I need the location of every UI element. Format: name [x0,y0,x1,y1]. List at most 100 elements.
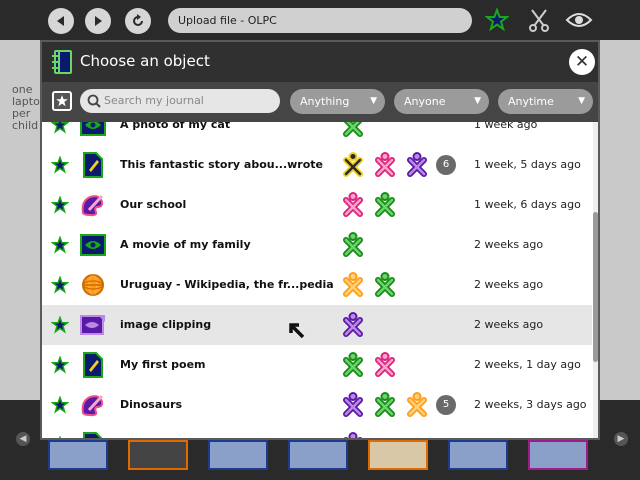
buddy-count-badge: 5 [436,395,456,415]
buddy-xo-icon [342,392,364,422]
entry-date: 1 week, 6 days ago [474,198,581,211]
journal-entry-row[interactable]: A movie of my family 2 weeks ago [42,225,592,265]
buddy-xo-icon [374,352,396,382]
eye-icon [565,13,593,27]
chevron-down-icon: ▼ [578,96,585,106]
chevron-down-icon: ▼ [370,96,377,106]
journal-entry-row[interactable]: Our school 1 week, 6 days ago [42,185,592,225]
journal-entry-row[interactable]: image clipping 2 weeks ago [42,305,592,345]
close-icon: ✕ [574,52,590,72]
buddy-xo-icon [342,192,364,222]
entry-date: 1 week ago [474,122,538,131]
search-input[interactable]: Search my journal [80,89,280,113]
entry-title: My first poem [120,358,206,371]
buddy-xo-icon [342,352,364,382]
close-button[interactable]: ✕ [569,49,595,75]
tray-thumbnail[interactable] [208,440,268,470]
view-button[interactable] [564,6,594,34]
filter-time-label: Anytime [508,95,554,108]
filter-buddy-dropdown[interactable]: Anyone ▼ [394,89,489,114]
entry-title: This fantastic story abou...wrote [120,158,324,171]
buddy-xo-icon [342,232,364,262]
entry-date: 1 week, 5 days ago [474,158,581,171]
video-player-icon [80,232,106,258]
page-side-text: one laptop per child [12,83,47,132]
journal-entry-row[interactable] [42,425,592,438]
image-clipping-icon [80,312,106,338]
search-placeholder: Search my journal [104,94,204,107]
reload-button[interactable] [125,8,151,34]
entry-title: Uruguay - Wikipedia, the fr...pedia [120,278,334,291]
journal-entry-row[interactable]: My first poem 2 weeks, 1 day ago [42,345,592,385]
journal-icon [52,50,72,74]
search-icon [87,94,101,108]
favorite-star-icon[interactable] [50,355,70,378]
tray-scroll-right-button[interactable]: ▶ [614,432,628,446]
tray-thumbnail[interactable] [288,440,348,470]
entry-date: 2 weeks, 1 day ago [474,358,581,371]
scrollbar-thumb[interactable] [593,212,598,362]
back-button[interactable] [48,8,74,34]
favorite-star-icon[interactable] [50,195,70,218]
buddy-xo-icon [374,392,396,422]
mouse-pointer-icon [289,323,305,339]
buddy-xo-icon [374,152,396,182]
journal-entry-row[interactable]: A photo of my cat 1 week ago [42,122,592,145]
tray-scroll-left-button[interactable]: ◀ [16,432,30,446]
filter-type-label: Anything [300,95,350,108]
browser-toolbar: Upload file - OLPC [0,0,640,40]
favorite-star-icon[interactable] [50,155,70,178]
buddy-xo-icon [342,152,364,182]
favorite-star-icon[interactable] [50,235,70,258]
favorite-star-icon[interactable] [50,275,70,298]
clipping-button[interactable] [524,6,554,34]
tray-thumbnail[interactable] [128,440,188,470]
entry-date: 2 weeks ago [474,238,544,251]
entry-date: 2 weeks ago [474,278,544,291]
list-scrollbar[interactable] [593,122,598,438]
dialog-title-bar: Choose an object ✕ [42,42,598,82]
filter-time-dropdown[interactable]: Anytime ▼ [498,89,593,114]
tray-thumbnail[interactable] [528,440,588,470]
paint-palette-icon [80,392,106,418]
buddy-xo-icon [374,192,396,222]
buddy-xo-icon [342,272,364,302]
journal-entry-list: A photo of my cat 1 week ago This fantast… [42,122,598,438]
tray-thumbnail[interactable] [48,440,108,470]
entry-title: image clipping [120,318,212,331]
journal-entry-row[interactable]: This fantastic story abou...wrote 6 1 wee… [42,145,592,185]
favorites-filter-toggle[interactable] [52,91,72,111]
entry-title: Our school [120,198,187,211]
buddy-count-badge: 6 [436,155,456,175]
dialog-title: Choose an object [80,52,210,70]
buddy-xo-icon [342,432,364,438]
reload-icon [133,14,143,26]
paint-palette-icon [80,192,106,218]
scissors-icon [529,9,549,32]
star-icon [485,8,509,32]
chevron-down-icon: ▼ [474,96,481,106]
object-chooser-dialog: Choose an object ✕ Search my journal Any… [40,40,600,440]
favorite-star-icon[interactable] [50,315,70,338]
bookmark-star-button[interactable] [482,6,512,34]
back-arrow-icon [57,16,64,26]
favorite-star-icon[interactable] [50,122,70,138]
star-icon [56,95,68,107]
url-bar[interactable]: Upload file - OLPC [168,8,472,33]
journal-entry-row[interactable]: Dinosaurs 5 2 weeks, 3 days ago [42,385,592,425]
buddy-xo-icon [374,272,396,302]
tray-thumbnail[interactable] [448,440,508,470]
web-browser-icon [80,272,106,298]
write-document-icon [80,432,106,438]
favorite-star-icon[interactable] [51,435,69,438]
forward-button[interactable] [85,8,111,34]
entry-title: A movie of my family [120,238,251,251]
write-document-icon [80,152,106,178]
favorite-star-icon[interactable] [50,395,70,418]
journal-entry-row[interactable]: Uruguay - Wikipedia, the fr...pedia 2 we… [42,265,592,305]
entry-title: A photo of my cat [120,122,231,131]
filter-type-dropdown[interactable]: Anything ▼ [290,89,385,114]
filter-buddy-label: Anyone [404,95,446,108]
tray-thumbnail[interactable] [368,440,428,470]
entry-date: 2 weeks, 3 days ago [474,398,587,411]
